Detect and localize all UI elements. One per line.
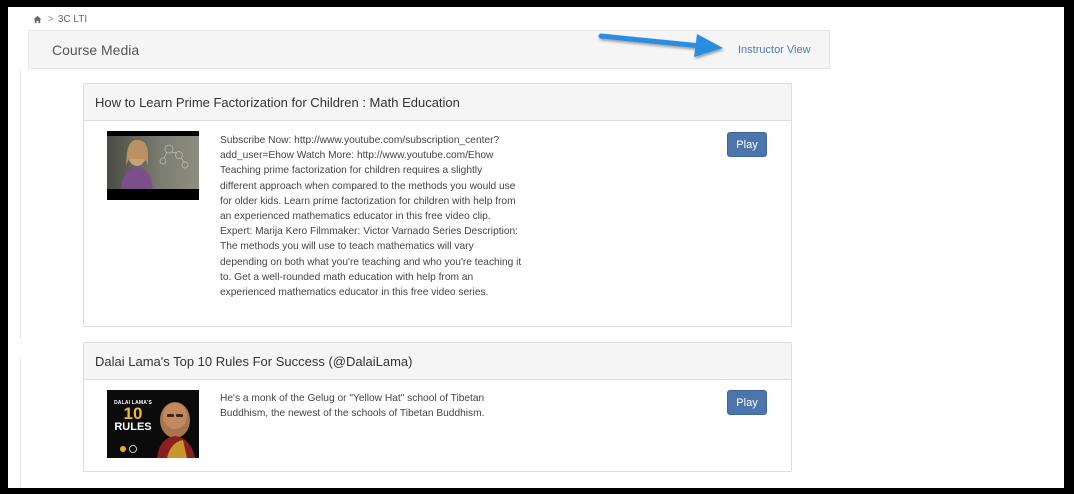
play-button[interactable]: Play — [727, 390, 767, 415]
description-line: depending on both what you're teaching a… — [220, 256, 522, 268]
video-thumbnail[interactable] — [107, 131, 199, 200]
breadcrumb-separator: > — [48, 13, 54, 25]
description-line: for older kids. Learn prime factorizatio… — [220, 195, 516, 207]
description-line: to. Get a well-rounded math education wi… — [220, 271, 474, 283]
description-line: He's a monk of the Gelug or "Yellow Hat"… — [220, 393, 485, 404]
course-media-header: Course Media Instructor View — [28, 30, 830, 69]
description-line: an experienced mathematics educator in t… — [220, 211, 491, 223]
media-item: How to Learn Prime Factorization for Chi… — [83, 83, 792, 327]
video-thumbnail[interactable]: DALAI LAMA'S 10 RULES — [107, 390, 199, 458]
page-frame: > 3C LTI Course Media Instructor View Ho… — [8, 7, 1064, 488]
media-title: How to Learn Prime Factorization for Chi… — [84, 84, 791, 121]
media-description: Subscribe Now: http://www.youtube.com/su… — [220, 133, 545, 300]
instructor-view-link[interactable]: Instructor View — [738, 44, 811, 56]
description-line: Buddhism, the newest of the schools of T… — [220, 408, 485, 420]
description-line: The methods you will use to teach mathem… — [220, 241, 474, 253]
description-line: add_user=Ehow Watch More: http://www.you… — [220, 150, 494, 162]
media-item: Dalai Lama's Top 10 Rules For Success (@… — [83, 342, 792, 472]
home-icon[interactable] — [33, 15, 42, 24]
play-button[interactable]: Play — [727, 132, 767, 157]
left-divider — [20, 71, 21, 339]
thumbnail-caption-line: RULES — [114, 421, 152, 433]
description-line: Teaching prime factorization for childre… — [220, 165, 483, 177]
breadcrumb: > 3C LTI — [33, 12, 87, 26]
description-line: experienced mathematics educator in this… — [220, 287, 489, 299]
breadcrumb-current[interactable]: 3C LTI — [58, 14, 87, 25]
left-divider — [20, 359, 21, 488]
description-line: Expert: Marija Kero Filmmaker: Victor Va… — [220, 226, 518, 238]
thumbnail-caption: DALAI LAMA'S 10 RULES — [110, 400, 156, 433]
page-title: Course Media — [52, 42, 140, 58]
media-title: Dalai Lama's Top 10 Rules For Success (@… — [84, 343, 791, 380]
description-line: different approach when compared to the … — [220, 180, 516, 192]
thumbnail-caption-number: 10 — [123, 404, 143, 423]
media-description: He's a monk of the Gelug or "Yellow Hat"… — [220, 391, 545, 421]
description-line: Subscribe Now: http://www.youtube.com/su… — [220, 135, 500, 146]
video-thumbnail-image — [107, 131, 199, 200]
